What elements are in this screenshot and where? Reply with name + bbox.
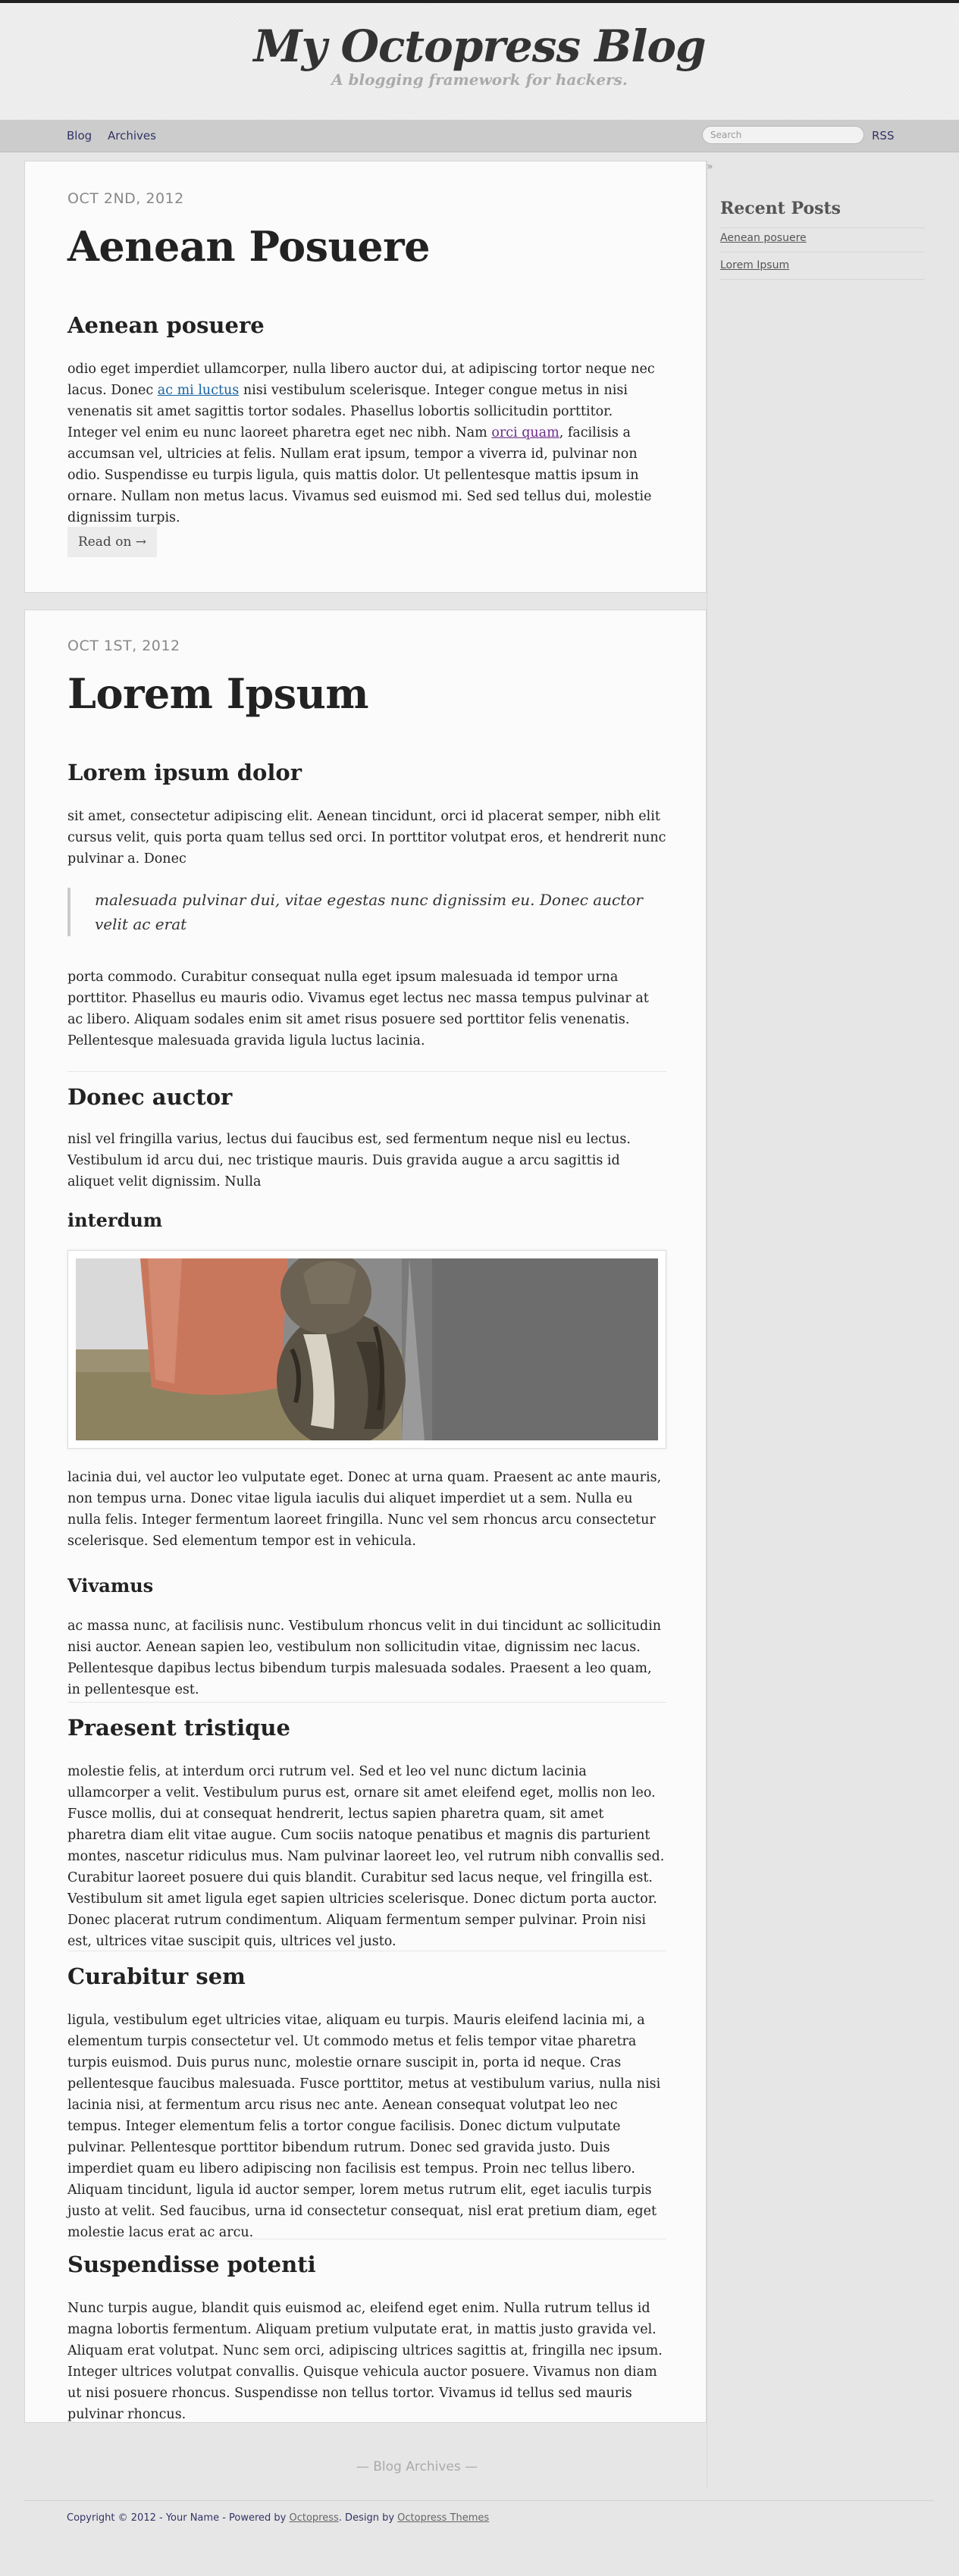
octopress-link[interactable]: Octopress (290, 2512, 339, 2524)
main-navigation: Blog Archives Search RSS (0, 120, 959, 152)
nav-blog-link[interactable]: Blog (67, 129, 92, 143)
paragraph: ligula, vestibulum eget ultricies vitae,… (67, 2013, 661, 2240)
post-aenean-posuere: OCT 2ND, 2012 Aenean Posuere Aenean posu… (24, 161, 707, 593)
read-on-button[interactable]: Read on → (67, 527, 157, 557)
copyright-text: Copyright © 2012 - Your Name - Powered b… (67, 2512, 290, 2524)
post-title[interactable]: Lorem Ipsum (67, 669, 369, 718)
paragraph: lacinia dui, vel auctor leo vulputate eg… (67, 1470, 662, 1549)
post-date: OCT 1ST, 2012 (67, 638, 180, 654)
footer-divider (24, 2500, 934, 2501)
search-input[interactable]: Search (702, 126, 864, 144)
section-heading: Donec auctor (67, 1084, 233, 1110)
sidebar-rule (720, 227, 925, 228)
blockquote: malesuada pulvinar dui, vitae egestas nu… (67, 888, 651, 936)
paragraph: molestie felis, at interdum orci rutrum … (67, 1764, 665, 1949)
sidebar-rule (720, 279, 925, 280)
sub-heading: interdum (67, 1209, 163, 1231)
post-title[interactable]: Aenean Posuere (67, 222, 430, 271)
site-header: My Octopress Blog A blogging framework f… (0, 3, 959, 120)
section-heading: Praesent tristique (67, 1715, 290, 1741)
nav-archives-link[interactable]: Archives (108, 129, 156, 143)
section-heading: Lorem ipsum dolor (67, 760, 302, 785)
rss-link[interactable]: RSS (872, 129, 894, 143)
divider (67, 1702, 666, 1703)
inline-link-ac-mi-luctus[interactable]: ac mi luctus (158, 383, 240, 398)
inline-link-orci-quam[interactable]: orci quam (491, 425, 559, 440)
sidebar-collapse-icon[interactable]: » (707, 161, 720, 174)
section-heading: Aenean posuere (67, 312, 265, 338)
site-footer: Copyright © 2012 - Your Name - Powered b… (67, 2512, 489, 2524)
post-excerpt: odio eget imperdiet ullamcorper, nulla l… (67, 359, 666, 528)
site-subtitle: A blogging framework for hackers. (331, 71, 628, 89)
paragraph: ac massa nunc, at facilisis nunc. Vestib… (67, 1619, 662, 1697)
section-heading: Suspendisse potenti (67, 2252, 316, 2277)
octopress-themes-link[interactable]: Octopress Themes (397, 2512, 489, 2524)
design-by-text: . Design by (338, 2512, 398, 2524)
blog-archives-link[interactable]: — Blog Archives — (0, 2459, 834, 2474)
post-date: OCT 2ND, 2012 (67, 190, 184, 207)
recent-post-link-aenean[interactable]: Aenean posuere (720, 232, 807, 244)
recent-post-link-lorem[interactable]: Lorem Ipsum (720, 259, 789, 271)
paragraph: Nunc turpis augue, blandit quis euismod … (67, 2301, 663, 2422)
post-lorem-ipsum: OCT 1ST, 2012 Lorem Ipsum Lorem ipsum do… (24, 610, 707, 2423)
paragraph: porta commodo. Curabitur consequat nulla… (67, 970, 649, 1048)
paragraph: nisl vel fringilla varius, lectus dui fa… (67, 1132, 631, 1189)
sub-heading: Vivamus (67, 1575, 154, 1597)
recent-posts-heading: Recent Posts (720, 199, 841, 218)
post-image-frame (67, 1250, 666, 1449)
cat-photo (76, 1258, 658, 1440)
section-heading: Curabitur sem (67, 1963, 246, 1989)
paragraph: sit amet, consectetur adipiscing elit. A… (67, 809, 666, 867)
site-title[interactable]: My Octopress Blog (0, 20, 959, 73)
divider (67, 1071, 666, 1072)
